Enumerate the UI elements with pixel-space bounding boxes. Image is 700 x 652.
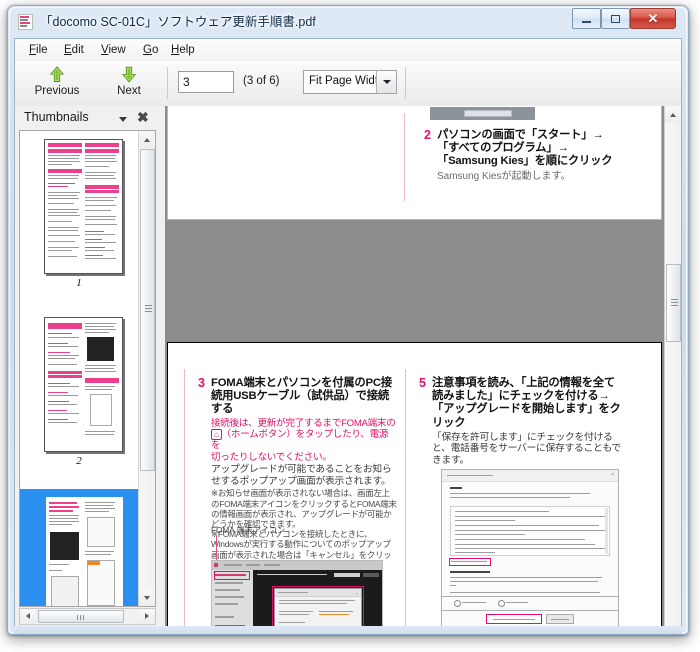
document-page-3: 3 FOMA端末とパソコンを付属のPC接続用USBケーブル（試供品）で接続する … [167, 342, 662, 627]
scroll-up-arrow-icon[interactable] [665, 106, 681, 123]
page-count-label: (3 of 6) [243, 75, 280, 87]
scroll-up-arrow-icon[interactable] [139, 131, 155, 148]
pdf-document-icon [18, 14, 33, 30]
screenshot-firmware-dialog-actions [441, 611, 619, 627]
thumbnails-header: Thumbnails ✖ [15, 106, 160, 130]
step-heading: 注意事項を読み、「上記の情報を全て読みました」にチェックを付ける→「アップグレー… [432, 377, 621, 429]
step-number: 2 [424, 128, 431, 142]
zoom-level-value: Fit Page Width [309, 75, 385, 87]
document-page-2: 2 パソコンの画面で「スタート」→「すべてのプログラム」→「Samsung Ki… [167, 106, 662, 220]
screenshot-firmware-dialog-buttons [441, 597, 619, 611]
window-bottom-strip [14, 626, 682, 634]
document-viewer: 2 パソコンの画面で「スタート」→「すべてのプログラム」→「Samsung Ki… [165, 106, 681, 627]
step-subtext: アップグレードが可能であることをお知らせするポップアップ画面が表示されます。 [211, 464, 392, 487]
close-icon: ✕ [647, 11, 659, 26]
next-page-button[interactable]: Next [93, 63, 165, 103]
step-heading: FOMA端末とパソコンを付属のPC接続用USBケーブル（試供品）で接続する [211, 377, 392, 416]
menu-go[interactable]: Go [137, 42, 164, 58]
page2-screenshot-fragment [430, 107, 535, 120]
step-subtext: Samsung Kiesが起動します。 [437, 170, 571, 182]
scroll-right-arrow-icon[interactable] [139, 609, 155, 624]
menu-edit[interactable]: Edit [58, 42, 90, 58]
scroll-left-arrow-icon[interactable] [20, 609, 36, 624]
scroll-down-arrow-icon[interactable] [139, 589, 155, 606]
close-button[interactable]: ✕ [630, 8, 676, 29]
previous-page-label: Previous [34, 85, 80, 97]
zoom-level-select[interactable]: Fit Page Width [303, 70, 397, 94]
previous-page-button[interactable]: Previous [21, 63, 93, 103]
scrollbar-thumb-horizontal[interactable] [38, 610, 124, 623]
thumbnail-page-2[interactable]: 2 [20, 309, 138, 487]
thumbnail-label: 1 [76, 277, 82, 289]
arrow-down-green-icon [121, 66, 137, 83]
caption-foma-icon: FOMA 端末アイコン [211, 526, 286, 535]
chevron-down-icon[interactable] [376, 71, 396, 93]
menu-file[interactable]: File [23, 42, 54, 58]
desktop-background: 「docomo SC-01C」ソフトウェア更新手順書.pdf ✕ File Ed… [0, 0, 700, 652]
toolbar: Previous Next (3 of 6) Fit [15, 61, 681, 107]
thumbnail-label: 2 [76, 455, 82, 467]
document-vertical-scrollbar[interactable] [664, 106, 681, 627]
thumbnail-page-1[interactable]: 1 [20, 131, 138, 309]
toolbar-separator-2 [405, 67, 406, 99]
minimize-button[interactable] [572, 8, 601, 29]
toolbar-separator [167, 67, 168, 99]
thumbnails-horizontal-scrollbar[interactable] [19, 608, 156, 625]
scrollbar-thumb[interactable] [666, 264, 681, 342]
thumbnails-list[interactable]: 1 2 [19, 130, 156, 607]
title-bar[interactable]: 「docomo SC-01C」ソフトウェア更新手順書.pdf ✕ [8, 6, 688, 38]
document-scroll-content: 2 パソコンの画面で「スタート」→「すべてのプログラム」→「Samsung Ki… [165, 106, 664, 627]
next-page-label: Next [117, 85, 141, 97]
chevron-down-icon[interactable] [119, 117, 127, 122]
menu-help[interactable]: Help [165, 42, 201, 58]
window-client-area: File Edit View Go Help Previous Next 3 (… [14, 38, 682, 627]
menu-bar: File Edit View Go Help [15, 39, 681, 62]
step-number: 5 [419, 376, 426, 390]
screenshot-kies-popup: × [211, 560, 383, 627]
thumbnails-sidebar: Thumbnails ✖ 1 2 [15, 106, 160, 627]
step-subtext: 「保存を許可します」にチェックを付けると、電話番号をサーバーに保存することもでき… [432, 431, 622, 466]
thumbnail-page-3[interactable]: 3 [20, 487, 138, 606]
leader-line-top [216, 536, 217, 560]
panes-container: Thumbnails ✖ 1 2 2 パソコンの画面で「スタート」→「すべてのプ… [15, 106, 681, 627]
page-number-input[interactable] [178, 71, 234, 93]
pdf-viewer-window: 「docomo SC-01C」ソフトウェア更新手順書.pdf ✕ File Ed… [7, 5, 689, 635]
window-title: 「docomo SC-01C」ソフトウェア更新手順書.pdf [40, 15, 316, 29]
step-number: 3 [198, 376, 205, 390]
step-warning-line-1: 接続後は、更新が完了するまでFOMA端末の [211, 417, 396, 429]
menu-view[interactable]: View [95, 42, 132, 58]
step-warning-line-3: 切ったりしないでください。 [211, 451, 332, 463]
thumbnails-vertical-scrollbar[interactable] [138, 131, 155, 606]
thumbnails-scroll-content: 1 2 [20, 131, 138, 606]
arrow-up-green-icon [49, 66, 65, 83]
thumbnails-title: Thumbnails [24, 110, 89, 124]
close-icon[interactable]: ✖ [137, 110, 149, 124]
step-heading: パソコンの画面で「スタート」→「すべてのプログラム」→「Samsung Kies… [437, 129, 613, 168]
step-warning-line-2: ⌂ （ホームボタン）をタップしたり、電源を [211, 429, 389, 452]
home-button-key-icon: ⌂ [211, 429, 222, 441]
scrollbar-thumb[interactable] [140, 149, 155, 471]
screenshot-firmware-upgrade-dialog: × [441, 469, 619, 597]
maximize-button[interactable] [601, 8, 630, 29]
page-gap [165, 327, 664, 342]
